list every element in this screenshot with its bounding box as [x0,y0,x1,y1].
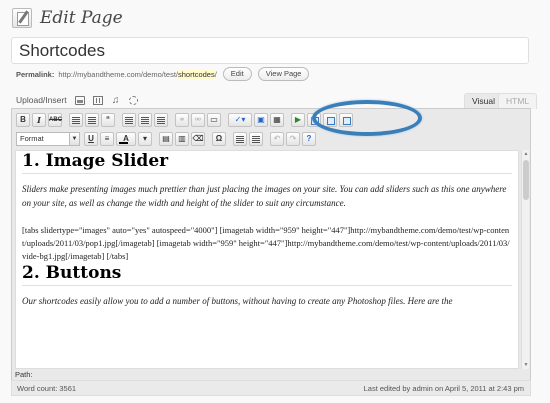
align-left-button[interactable] [122,113,136,127]
toolbar-row-2: Format ▼ U ≡ A ▾ ▤ ▥ ⌫ Ω ↶ ↷ ? [16,130,318,148]
unlink-icon[interactable]: ⚮ [191,113,205,127]
upload-insert-row: Upload/Insert ♫ [16,93,146,107]
special-char-button[interactable]: Ω [212,132,226,146]
fullscreen-icon[interactable]: ▣ [254,113,268,127]
editor: B I ABC “ ⚭ ⚮ ▭ ✓▾ ▣ ▦ ▶ Format ▼ U ≡ A ▾ [11,100,531,395]
remove-format-icon[interactable]: ⌫ [191,132,205,146]
kitchen-sink-icon[interactable]: ▦ [270,113,284,127]
permalink-url[interactable]: http://mybandtheme.com/demo/test/ [58,70,178,79]
numbered-list-button[interactable] [85,113,99,127]
justify-button[interactable]: ≡ [100,132,114,146]
buttons-intro: Our shortcodes easily allow you to add a… [22,296,453,306]
strikethrough-button[interactable]: ABC [48,113,62,127]
tab-html[interactable]: HTML [498,93,538,109]
undo-button[interactable]: ↶ [270,132,284,146]
scroll-thumb[interactable] [523,160,529,200]
paste-text-icon[interactable]: ▤ [159,132,173,146]
audio-icon[interactable]: ♫ [111,95,121,105]
image-slider-intro: Sliders make presenting images much pret… [22,184,507,208]
scroll-down-icon[interactable]: ▼ [522,362,530,368]
last-edited: Last edited by admin on April 5, 2011 at… [363,384,524,393]
edit-page-icon [12,8,32,28]
text-color-button[interactable]: A [116,132,136,146]
editor-scrollbar[interactable]: ▲ ▼ [521,150,529,369]
slider-shortcode-icon[interactable]: ▶ [291,113,305,127]
help-button[interactable]: ? [302,132,316,146]
paste-word-icon[interactable]: ▥ [175,132,189,146]
chevron-down-icon: ▼ [69,133,79,145]
image-icon[interactable] [74,95,85,105]
spellcheck-button[interactable]: ✓▾ [228,113,252,127]
blockquote-button[interactable]: “ [101,113,115,127]
permalink-slug[interactable]: shortcodes [178,69,215,79]
bold-button[interactable]: B [16,113,30,127]
media-icon[interactable] [128,95,138,105]
italic-button[interactable]: I [32,113,46,127]
page-header: Edit Page [12,6,123,30]
redo-button[interactable]: ↷ [286,132,300,146]
permalink-label: Permalink: [16,69,55,79]
word-count: Word count: 3561 [17,384,77,393]
video-icon[interactable] [92,95,103,105]
permalink-url-suffix: / [214,69,217,79]
post-title-input[interactable]: Shortcodes [11,37,529,64]
underline-button[interactable]: U [84,132,98,146]
heading-image-slider: 1. Image Slider [22,151,512,174]
scroll-up-icon[interactable]: ▲ [522,151,530,157]
view-page-button[interactable]: View Page [257,67,310,81]
editor-footer: Word count: 3561 Last edited by admin on… [11,380,531,396]
shortcode-highlight-ellipse [312,100,422,136]
toolbar-row-1: B I ABC “ ⚭ ⚮ ▭ ✓▾ ▣ ▦ ▶ [16,111,355,129]
editor-content[interactable]: 1. Image Slider Sliders make presenting … [15,150,519,369]
bullet-list-button[interactable] [69,113,83,127]
heading-buttons: 2. Buttons [22,263,512,286]
outdent-icon[interactable] [233,132,247,146]
upload-insert-label: Upload/Insert [16,95,67,105]
path-label: Path: [15,370,33,379]
format-select[interactable]: Format ▼ [16,132,80,146]
indent-icon[interactable] [249,132,263,146]
align-right-button[interactable] [154,113,168,127]
text-color-dropdown-icon[interactable]: ▾ [138,132,152,146]
edit-permalink-button[interactable]: Edit [222,67,252,81]
slider-shortcode-text: [tabs slidertype="images" auto="yes" aut… [22,225,510,261]
align-center-button[interactable] [138,113,152,127]
page-title: Edit Page [40,8,123,28]
link-icon[interactable]: ⚭ [175,113,189,127]
more-tag-icon[interactable]: ▭ [207,113,221,127]
permalink-row: Permalink: http://mybandtheme.com/demo/t… [16,67,310,81]
